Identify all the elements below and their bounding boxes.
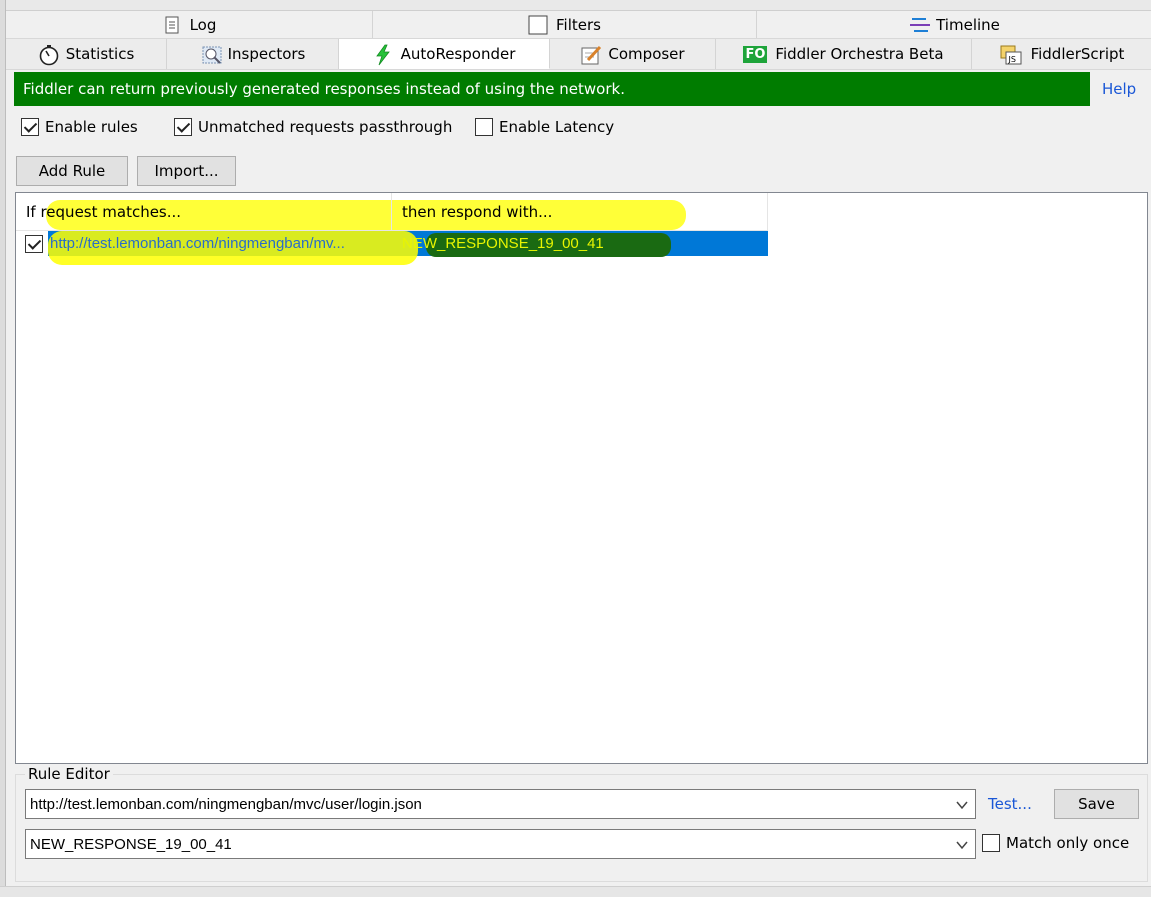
window-top-strip xyxy=(0,0,1151,11)
table-row[interactable]: http://test.lemonban.com/ningmengban/mv.… xyxy=(24,231,768,256)
tab-log[interactable]: Log xyxy=(6,11,373,38)
enable-rules-label: Enable rules xyxy=(45,118,138,136)
tab-filters[interactable]: Filters xyxy=(373,11,757,38)
tab-fiddler-orchestra[interactable]: FO Fiddler Orchestra Beta xyxy=(716,39,972,69)
tab-row-top: Log Filters Timeline xyxy=(6,11,1151,39)
latency-label: Enable Latency xyxy=(499,118,615,136)
help-link[interactable]: Help xyxy=(1102,80,1136,98)
enable-rules-checkbox[interactable] xyxy=(21,118,39,136)
rules-list[interactable]: If request matches... then respond with.… xyxy=(15,192,1148,764)
tab-filters-label: Filters xyxy=(556,15,601,34)
add-rule-button[interactable]: Add Rule xyxy=(16,156,128,186)
chevron-down-icon[interactable] xyxy=(955,798,969,812)
tab-timeline[interactable]: Timeline xyxy=(757,11,1151,38)
svg-text:JS: JS xyxy=(1007,55,1015,64)
match-once-label: Match only once xyxy=(1006,834,1130,852)
window-bottom-strip xyxy=(0,886,1151,897)
tab-autoresponder[interactable]: AutoResponder xyxy=(339,39,550,69)
window-left-border xyxy=(0,0,6,897)
import-button[interactable]: Import... xyxy=(137,156,236,186)
composer-icon xyxy=(580,44,602,65)
chevron-down-icon[interactable] xyxy=(955,838,969,852)
rule-editor-legend: Rule Editor xyxy=(25,765,113,783)
tab-composer-label: Composer xyxy=(608,45,685,63)
column-header-response[interactable]: then respond with... xyxy=(392,193,768,230)
info-banner-text: Fiddler can return previously generated … xyxy=(23,80,625,98)
latency-checkbox[interactable] xyxy=(475,118,493,136)
match-combobox-value: http://test.lemonban.com/ningmengban/mvc… xyxy=(30,795,422,813)
log-icon xyxy=(162,15,182,35)
tab-row-main: Statistics Inspectors AutoResponder Comp… xyxy=(6,39,1151,70)
info-banner: Fiddler can return previously generated … xyxy=(14,72,1090,106)
tab-statistics-label: Statistics xyxy=(65,45,135,63)
stopwatch-icon xyxy=(38,44,59,66)
tab-fiddler-orchestra-label: Fiddler Orchestra Beta xyxy=(775,45,944,63)
match-once-option[interactable]: Match only once xyxy=(982,834,1129,852)
latency-option[interactable]: Enable Latency xyxy=(475,118,614,136)
fo-badge-icon: FO xyxy=(743,45,768,63)
tab-log-label: Log xyxy=(189,15,217,34)
rule-row-match: http://test.lemonban.com/ningmengban/mv.… xyxy=(50,235,345,252)
inspectors-icon xyxy=(200,44,222,64)
save-button[interactable]: Save xyxy=(1054,789,1139,819)
timeline-icon xyxy=(908,15,931,35)
fiddlerscript-icon: JS xyxy=(999,44,1023,65)
column-header-match[interactable]: If request matches... xyxy=(16,193,392,230)
response-combobox[interactable]: NEW_RESPONSE_19_00_41 xyxy=(25,829,976,859)
rule-row-response: NEW_RESPONSE_19_00_41 xyxy=(402,235,604,252)
passthrough-checkbox[interactable] xyxy=(174,118,192,136)
tab-fiddlerscript[interactable]: JS FiddlerScript xyxy=(972,39,1151,69)
response-combobox-value: NEW_RESPONSE_19_00_41 xyxy=(30,835,232,853)
tab-inspectors-label: Inspectors xyxy=(227,45,306,63)
tab-timeline-label: Timeline xyxy=(936,15,1000,34)
tab-autoresponder-label: AutoResponder xyxy=(400,44,516,63)
tab-fiddlerscript-label: FiddlerScript xyxy=(1030,45,1125,63)
passthrough-option[interactable]: Unmatched requests passthrough xyxy=(174,118,452,136)
tab-composer[interactable]: Composer xyxy=(550,39,716,69)
list-header: If request matches... then respond with.… xyxy=(16,193,768,231)
match-once-checkbox[interactable] xyxy=(982,834,1000,852)
tab-statistics[interactable]: Statistics xyxy=(6,39,167,69)
tab-inspectors[interactable]: Inspectors xyxy=(167,39,339,69)
filters-checkbox-icon xyxy=(528,15,548,35)
enable-rules-option[interactable]: Enable rules xyxy=(21,118,138,136)
lightning-icon xyxy=(373,44,393,65)
passthrough-label: Unmatched requests passthrough xyxy=(198,118,453,136)
match-combobox[interactable]: http://test.lemonban.com/ningmengban/mvc… xyxy=(25,789,976,819)
rule-row-checkbox[interactable] xyxy=(25,234,43,253)
test-link[interactable]: Test... xyxy=(988,795,1032,813)
